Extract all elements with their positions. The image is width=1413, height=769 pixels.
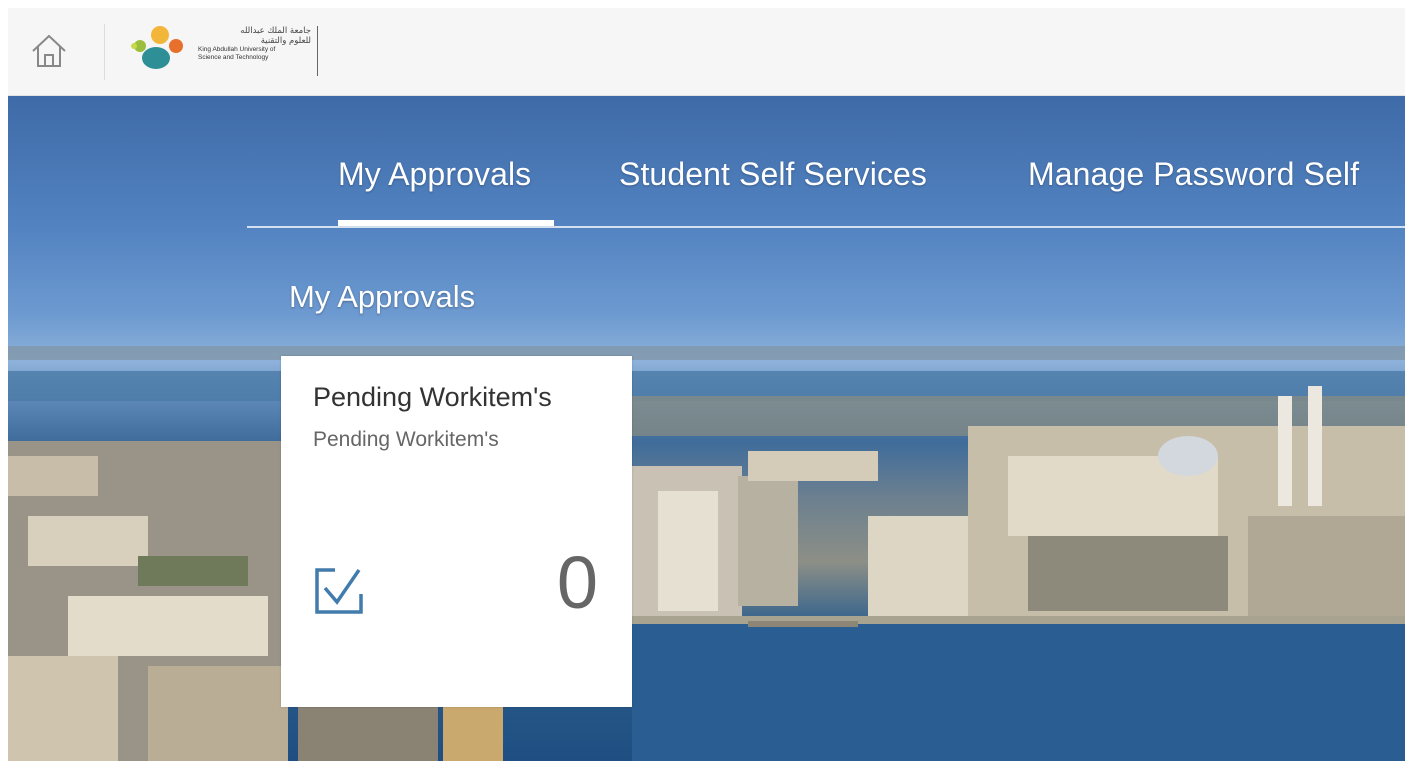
- app-frame: جامعة الملك عبدالله للعلوم والتقنية King…: [8, 8, 1405, 761]
- tab-my-approvals[interactable]: My Approvals: [338, 156, 531, 192]
- logo-arabic-line-1: جامعة الملك عبدالله: [240, 26, 311, 36]
- checkbox-check-icon: [315, 568, 363, 614]
- logo-english-line-2: Science and Technology: [198, 54, 269, 61]
- home-icon: [32, 34, 66, 67]
- logo-english-line-1: King Abdullah University of: [198, 46, 276, 53]
- tab-manage-password-self[interactable]: Manage Password Self: [1028, 156, 1359, 192]
- section-title: My Approvals: [289, 279, 476, 314]
- selected-tab-indicator: [338, 220, 554, 226]
- tile-title: Pending Workitem's: [313, 382, 552, 412]
- campus-background-image: [8, 346, 1405, 761]
- tab-student-self-services[interactable]: Student Self Services: [619, 156, 927, 192]
- home-button[interactable]: [26, 28, 72, 74]
- pending-workitems-tile[interactable]: Pending Workitem's Pending Workitem's 0: [281, 356, 632, 707]
- kaust-logo-text: جامعة الملك عبدالله للعلوم والتقنية King…: [198, 26, 318, 76]
- tab-bar-line: [247, 226, 1405, 228]
- logo-arabic-line-2: للعلوم والتقنية: [260, 36, 311, 46]
- kaust-logo-mark: [131, 26, 183, 69]
- kaust-logo[interactable]: جامعة الملك عبدالله للعلوم والتقنية King…: [126, 22, 326, 80]
- shell-header: جامعة الملك عبدالله للعلوم والتقنية King…: [8, 8, 1405, 96]
- header-separator: [104, 24, 105, 80]
- tile-count: 0: [556, 541, 598, 624]
- tile-subtitle: Pending Workitem's: [313, 428, 499, 451]
- background-hero: My Approvals Student Self Services Manag…: [8, 96, 1405, 761]
